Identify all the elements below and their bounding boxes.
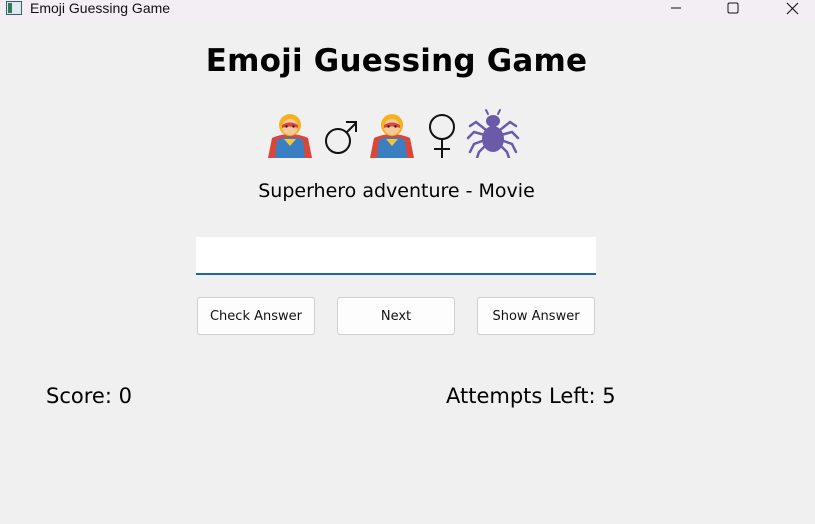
maximize-button[interactable]	[710, 0, 756, 16]
close-icon	[786, 2, 798, 14]
app-icon	[6, 1, 22, 15]
male-sign-icon	[325, 121, 357, 154]
superhero-icon	[268, 114, 312, 158]
window-titlebar: Emoji Guessing Game	[0, 0, 815, 26]
maximize-icon	[727, 2, 739, 14]
close-button[interactable]	[769, 0, 815, 16]
check-answer-button[interactable]: Check Answer	[197, 297, 315, 335]
score-label: Score: 0	[46, 384, 132, 408]
answer-input[interactable]	[196, 237, 596, 275]
emoji-clue-row	[264, 108, 520, 158]
show-answer-button[interactable]: Show Answer	[477, 297, 595, 335]
window-title: Emoji Guessing Game	[30, 0, 171, 16]
minimize-button[interactable]	[653, 0, 699, 16]
attempts-left-label: Attempts Left: 5	[446, 384, 616, 408]
minimize-icon	[671, 7, 681, 9]
superhero-icon	[370, 114, 414, 158]
female-sign-icon	[429, 114, 455, 158]
clue-text: Superhero adventure - Movie	[258, 180, 535, 202]
next-button[interactable]: Next	[337, 297, 455, 335]
game-title: Emoji Guessing Game	[205, 43, 588, 79]
spider-icon	[466, 109, 520, 158]
